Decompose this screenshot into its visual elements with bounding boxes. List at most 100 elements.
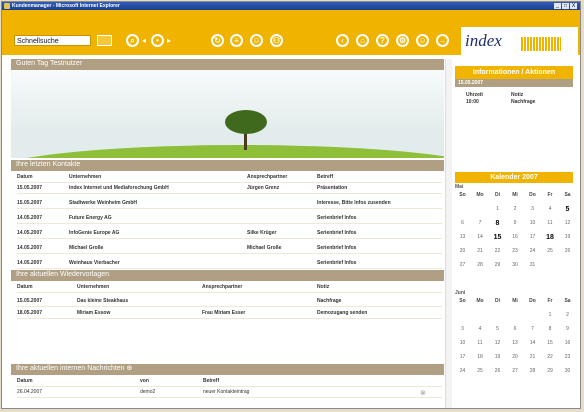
calendar-day[interactable]: 6 [455,220,470,226]
magnifier-icon[interactable]: ⌕ [126,34,139,47]
calendar-day[interactable]: 15 [543,340,558,346]
calendar-day[interactable]: 18 [473,354,488,360]
calendar-day[interactable]: 9 [508,220,523,226]
table-row[interactable]: 14.05.2007 Weinhaus Vierbacher Serienbrief… [17,258,442,269]
main-scrollbar[interactable] [445,59,452,408]
calendar-day[interactable]: 22 [543,354,558,360]
calendar-day[interactable]: 28 [473,262,488,268]
table-row[interactable]: 15.05.2007 Das kleine Steakhaus Nachfrage [17,296,442,307]
calendar-day[interactable]: 6 [508,326,523,332]
column-header[interactable]: Datum [17,282,33,292]
calendar-day[interactable]: 13 [455,234,470,240]
calendar-day[interactable]: 24 [525,248,540,254]
calendar-day[interactable]: 17 [525,234,540,240]
calendar-day[interactable]: 2 [508,206,523,212]
calendar-day[interactable]: 29 [543,368,558,374]
calendar-day[interactable]: 3 [455,326,470,332]
group-icon[interactable]: ⚇ [270,34,283,47]
maximize-button[interactable]: □ [562,3,569,9]
table-row[interactable]: 18.05.2007 Miriam Essow Frau Miriam Esser D… [17,308,442,319]
table-row[interactable]: 14.05.2007 Future Energy AG Serienbrief In… [17,213,442,224]
calendar-day[interactable]: 1 [543,312,558,318]
calendar-day[interactable]: 20 [508,354,523,360]
calendar-day[interactable]: 12 [490,340,505,346]
calendar-day[interactable]: 25 [473,368,488,374]
calendar-day[interactable]: 31 [525,262,540,268]
calendar-day[interactable]: 19 [490,354,505,360]
calendar-day[interactable]: 21 [473,248,488,254]
calendar-day[interactable]: 1 [490,206,505,212]
calendar-day[interactable]: 14 [473,234,488,240]
column-header[interactable]: Unternehmen [77,282,109,292]
calendar-day[interactable]: 15 [490,234,505,241]
column-header[interactable]: Notiz [317,282,329,292]
calendar-day[interactable]: 26 [560,248,575,254]
table-row[interactable]: 14.05.2007 Michael Große Michael Große Seri… [17,243,442,254]
info-row-note[interactable]: Nachfrage [511,99,535,105]
add-message-icon[interactable]: ⊕ [127,365,133,372]
calendar-day[interactable]: 26 [490,368,505,374]
calendar-day[interactable]: 5 [560,206,575,213]
calendar-day[interactable]: 2 [560,312,575,318]
calendar-day[interactable]: 17 [455,354,470,360]
column-header[interactable]: Betreff [203,376,219,386]
calendar-day[interactable]: 16 [508,234,523,240]
arrow-left-icon[interactable]: ◂ [142,34,146,47]
calendar-day[interactable]: 30 [560,368,575,374]
settings-icon[interactable]: ⚙ [396,34,409,47]
calendar-day[interactable]: 10 [525,220,540,226]
calendar-day[interactable]: 27 [455,262,470,268]
delete-message-icon[interactable]: ⊗ [420,389,426,397]
target-icon[interactable]: • [151,34,164,47]
refresh-icon[interactable]: ↻ [211,34,224,47]
calendar-day[interactable]: 3 [525,206,540,212]
calendar-day[interactable]: 23 [560,354,575,360]
calendar-day[interactable]: 9 [560,326,575,332]
contact-icon[interactable]: ☺ [250,34,263,47]
column-header[interactable]: Datum [17,172,33,182]
calendar-day[interactable]: 16 [560,340,575,346]
calendar-day[interactable]: 10 [455,340,470,346]
calendar-day[interactable]: 4 [543,206,558,212]
calendar-day[interactable]: 11 [473,340,488,346]
calendar-day[interactable]: 24 [455,368,470,374]
calendar-day[interactable]: 12 [560,220,575,226]
calendar-day[interactable]: 30 [508,262,523,268]
calendar-day[interactable]: 28 [525,368,540,374]
logout-icon[interactable]: → [436,34,449,47]
calendar-day[interactable]: 13 [508,340,523,346]
close-button[interactable]: X [570,3,577,9]
table-row[interactable]: 15.05.2007 index Internet und Mediaforsch… [17,183,442,194]
calendar-day[interactable]: 21 [525,354,540,360]
calendar-day[interactable]: 8 [543,326,558,332]
calendar-day[interactable]: 11 [543,220,558,226]
calendar-day[interactable]: 14 [525,340,540,346]
calendar-day[interactable]: 8 [490,220,505,227]
calendar-day[interactable]: 25 [543,248,558,254]
back-icon[interactable]: ‹ [336,34,349,47]
table-row[interactable]: 26.04.2007 demo2 neuer Kontakteintrag [17,387,442,398]
column-header[interactable]: von [140,376,149,386]
column-header[interactable]: Ansprechpartner [202,282,242,292]
calendar-day[interactable]: 19 [560,234,575,240]
calendar-day[interactable]: 23 [508,248,523,254]
calendar-day[interactable]: 7 [473,220,488,226]
arrow-right-icon[interactable]: ▸ [167,34,171,47]
calendar-day[interactable]: 4 [473,326,488,332]
list-icon[interactable]: ≡ [230,34,243,47]
calendar-day[interactable]: 29 [490,262,505,268]
calendar-day[interactable]: 27 [508,368,523,374]
calendar-day[interactable]: 20 [455,248,470,254]
smiley-icon[interactable]: ☺ [416,34,429,47]
column-header[interactable]: Betreff [317,172,333,182]
calendar-day[interactable]: 7 [525,326,540,332]
home-icon[interactable]: ⌂ [356,34,369,47]
minimize-button[interactable]: _ [554,3,561,9]
quick-search-input[interactable]: Schnellsuche [14,35,91,46]
help-icon[interactable]: ? [376,34,389,47]
calendar-day[interactable]: 22 [490,248,505,254]
column-header[interactable]: Unternehmen [69,172,101,182]
calendar-day[interactable]: 18 [543,234,558,241]
search-go-button[interactable] [97,35,112,46]
column-header[interactable]: Ansprechpartner [247,172,287,182]
